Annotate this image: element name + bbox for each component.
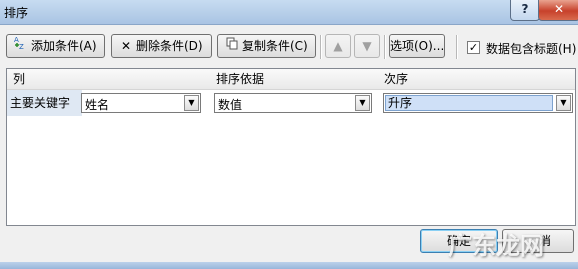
help-button[interactable]: ? [510, 0, 540, 21]
dropdown-arrow-icon[interactable]: ▼ [184, 95, 199, 111]
column-select-value: 姓名 [85, 98, 110, 112]
order-select-value: 升序 [385, 95, 553, 111]
column-select[interactable]: 姓名 ▼ [81, 93, 201, 113]
toolbar-separator [456, 35, 458, 59]
copy-condition-button[interactable]: 复制条件(C) [217, 34, 316, 58]
toolbar-separator [320, 35, 322, 59]
add-level-icon: AZ [11, 35, 31, 57]
header-row-checkbox-label: 数据包含标题(H) [486, 42, 577, 56]
watermark: 广东龙网 [448, 232, 544, 260]
sort-dialog: 排序 ? ✕ AZ 添加条件(A) ✕ 删除条件(D) 复制条件(C) ▲ ▼ 选… [0, 0, 578, 269]
delete-condition-label: 删除条件(D) [136, 39, 203, 53]
svg-text:Z: Z [19, 43, 24, 50]
column-header-sort-on: 排序依据 [216, 72, 265, 86]
sort-on-select[interactable]: 数值 ▼ [214, 93, 372, 113]
copy-icon [222, 35, 242, 57]
dialog-title: 排序 [4, 6, 29, 20]
delete-condition-button[interactable]: ✕ 删除条件(D) [111, 34, 212, 58]
toolbar: AZ 添加条件(A) ✕ 删除条件(D) 复制条件(C) ▲ ▼ 选项(O)...… [0, 32, 578, 62]
sort-on-select-value: 数值 [218, 98, 243, 112]
dropdown-arrow-icon[interactable]: ▼ [355, 95, 370, 111]
options-button[interactable]: 选项(O)... [389, 34, 445, 58]
delete-x-icon: ✕ [120, 39, 132, 53]
title-bar[interactable]: 排序 ? ✕ [0, 0, 578, 25]
move-up-button[interactable]: ▲ [325, 34, 351, 58]
copy-condition-label: 复制条件(C) [242, 39, 308, 53]
move-down-button[interactable]: ▼ [354, 34, 380, 58]
add-condition-button[interactable]: AZ 添加条件(A) [6, 34, 105, 58]
column-header-column: 列 [13, 72, 26, 86]
add-condition-label: 添加条件(A) [31, 39, 97, 53]
order-select[interactable]: 升序 ▼ [383, 93, 573, 113]
column-header-order: 次序 [384, 72, 409, 86]
close-button[interactable]: ✕ [538, 0, 578, 21]
header-row-checkbox[interactable]: ✓ [467, 41, 480, 54]
toolbar-separator [384, 35, 386, 59]
window-bottom-border [0, 262, 578, 269]
grid-header [7, 69, 575, 90]
sort-levels-grid: 列 排序依据 次序 主要关键字 姓名 ▼ 数值 ▼ 升序 ▼ [6, 68, 576, 226]
primary-key-label: 主要关键字 [10, 96, 71, 110]
dropdown-arrow-icon[interactable]: ▼ [556, 95, 571, 111]
